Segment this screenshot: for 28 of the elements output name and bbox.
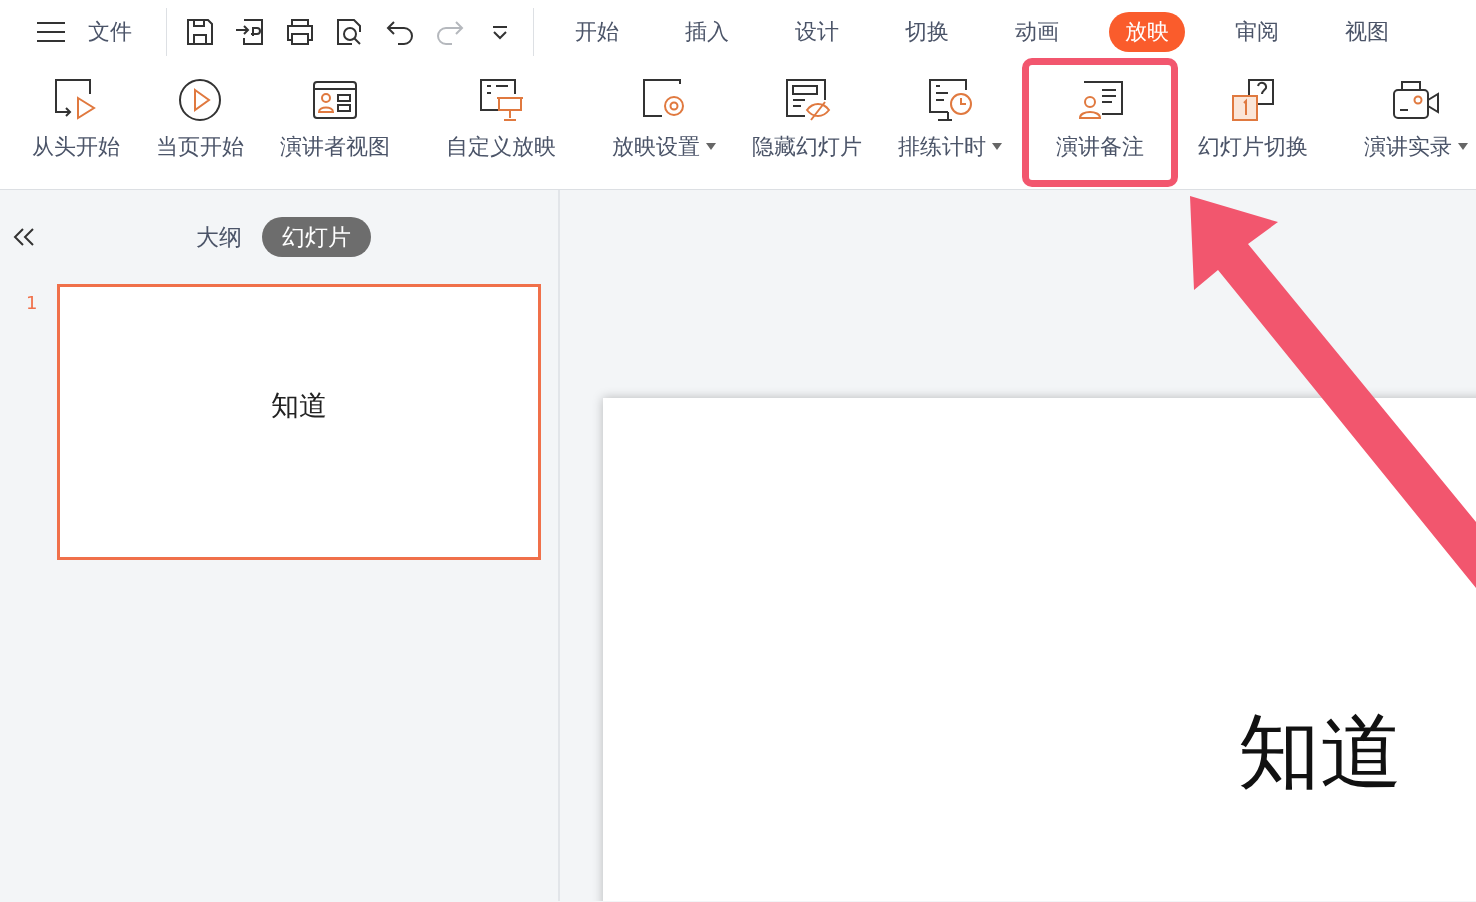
printer-icon (284, 16, 316, 48)
ribbon-button[interactable]: 演讲实录 (1348, 64, 1476, 189)
slide-thumbnail[interactable]: 知道 (57, 284, 542, 560)
ribbon-button[interactable]: 演讲备注 (1022, 58, 1178, 187)
ribbon-tab[interactable]: 视图 (1329, 12, 1405, 52)
thumbnail-text: 知道 (271, 389, 328, 423)
view-tab[interactable]: 大纲 (176, 217, 262, 257)
ribbon-button[interactable]: 放映设置 (596, 64, 732, 189)
file-menu[interactable]: 文件 (88, 17, 132, 47)
slide-number: 1 (26, 292, 38, 315)
ribbon-tab[interactable]: 设计 (779, 12, 855, 52)
ribbon-button[interactable]: 当页开始 (140, 64, 260, 189)
ribbon-tab[interactable]: 插入 (669, 12, 745, 52)
ribbon-button[interactable]: 从头开始 (16, 64, 136, 189)
export-icon (234, 16, 266, 48)
ribbon-tab[interactable]: 动画 (999, 12, 1075, 52)
ribbon-button[interactable]: 隐藏幻灯片 (736, 64, 878, 189)
ribbon-button[interactable]: 演讲者视图 (264, 64, 406, 189)
slide-title: 知道 (1238, 706, 1402, 800)
ribbon-button[interactable]: 自定义放映 (430, 64, 572, 189)
view-tab[interactable]: 幻灯片 (262, 217, 371, 257)
save-icon (184, 16, 216, 48)
ribbon-button[interactable]: 幻灯片切换 (1182, 64, 1324, 189)
ribbon-button[interactable]: 排练计时 (882, 64, 1018, 189)
ribbon-tab[interactable]: 开始 (559, 12, 635, 52)
collapse-icon[interactable] (12, 227, 36, 247)
ribbon-tab[interactable]: 切换 (889, 12, 965, 52)
ribbon-tab[interactable]: 审阅 (1219, 12, 1295, 52)
